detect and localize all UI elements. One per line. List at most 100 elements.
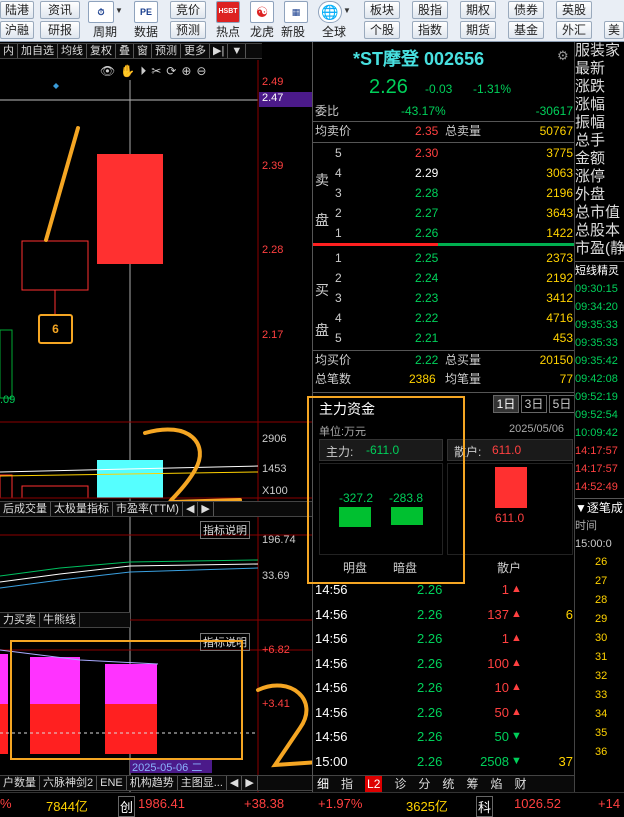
tick-tab[interactable]: 筹 (466, 776, 478, 792)
tick-row[interactable]: 15:00 2.26 2508 ▼ 37 (313, 749, 575, 774)
tab-add-fav[interactable]: 加自选 (18, 44, 58, 58)
tab-ma[interactable]: 均线 (58, 44, 87, 58)
scroll-right-icon[interactable]: ▶ (242, 776, 258, 790)
news-time[interactable]: 14:17:57 (575, 460, 624, 478)
clock-icon[interactable]: ⏱ (88, 1, 114, 23)
scroll-left-icon[interactable]: ◀ (183, 502, 199, 516)
tick-row[interactable]: 14:56 2.26 10 ▲ (313, 675, 575, 700)
yuce-button[interactable]: 预测 (170, 21, 206, 39)
tab-volume[interactable]: 后成交量 (0, 502, 51, 516)
news-time[interactable]: 10:09:42 (575, 424, 624, 442)
yinggu-button[interactable]: 英股 (556, 1, 592, 19)
zhishu-button[interactable]: 指数 (412, 21, 448, 39)
jingjia-button[interactable]: 竞价 (170, 1, 206, 19)
waihui-button[interactable]: 外汇 (556, 21, 592, 39)
global-label[interactable]: 全球 (322, 23, 346, 40)
period-label[interactable]: 周期 (93, 23, 117, 40)
tab-fuquan[interactable]: 复权 (87, 44, 116, 58)
chevron-down-icon[interactable]: ▼ (343, 6, 351, 15)
tick-tab[interactable]: 财 (514, 776, 526, 792)
sell-level-row[interactable]: 4 2.29 3063 (313, 164, 575, 182)
longhu-label[interactable]: 龙虎 (250, 23, 274, 40)
chevron-down-icon[interactable]: ▼ (115, 6, 123, 15)
dragon-tiger-icon[interactable]: ☯ (250, 1, 274, 23)
news-time[interactable]: 09:52:19 (575, 388, 624, 406)
tick-tab[interactable]: L2 (365, 776, 383, 792)
kline-chart-area[interactable]: 内加自选 均线 复权叠窗预测 更多 ▶| ▼ 👁✋⏵✂⟳⊕⊖ 6 2.49 2.… (0, 42, 312, 795)
sell-level-row[interactable]: 5 2.30 3775 (313, 144, 575, 162)
xingu-label[interactable]: 新股 (281, 23, 305, 40)
tab-holders[interactable]: 户数量 (0, 776, 40, 790)
tick-tab[interactable]: 统 (442, 776, 454, 792)
zhaiquan-button[interactable]: 债券 (508, 1, 544, 19)
news-time[interactable]: 09:34:20 (575, 298, 624, 316)
badge-icon[interactable]: 6 (38, 314, 73, 344)
news-button[interactable]: 资讯 (40, 1, 80, 19)
tick-row[interactable]: 14:56 2.26 1 ▲ (313, 577, 575, 602)
news-time[interactable]: 09:35:42 (575, 352, 624, 370)
tab-pe[interactable]: 市盈率(TTM) (113, 502, 183, 516)
hurong-button[interactable]: 沪融 (0, 21, 34, 39)
hsbt-icon[interactable]: HSBT (216, 1, 240, 23)
globe-icon[interactable]: 🌐 (318, 1, 342, 23)
scroll-left-icon[interactable]: ◀ (227, 776, 243, 790)
tab-buysell[interactable]: 力买卖 (0, 613, 40, 627)
guzhi-button[interactable]: 股指 (412, 1, 448, 19)
tick-row[interactable]: 14:56 2.26 50 ▼ (313, 724, 575, 749)
tick-tab[interactable]: 指 (341, 776, 353, 792)
news-time[interactable]: 14:52:49 (575, 478, 624, 496)
tab-institution[interactable]: 机构趋势 (127, 776, 178, 790)
zhubi-title[interactable]: ▼逐笔成 (575, 498, 624, 517)
sell-level-row[interactable]: 3 2.28 2196 (313, 184, 575, 202)
news-title[interactable]: 短线精灵 (575, 262, 624, 280)
news-time[interactable]: 14:17:57 (575, 442, 624, 460)
news-time[interactable]: 09:52:54 (575, 406, 624, 424)
buy-level-row[interactable]: 1 2.25 2373 (313, 249, 575, 267)
news-time[interactable]: 09:35:33 (575, 316, 624, 334)
bankuai-button[interactable]: 板块 (364, 1, 400, 19)
tab-window[interactable]: 窗 (134, 44, 152, 58)
news-time[interactable]: 09:30:15 (575, 280, 624, 298)
tick-row[interactable]: 14:56 2.26 50 ▲ (313, 700, 575, 725)
newstock-icon[interactable]: ▦ (284, 1, 308, 23)
ke-label[interactable]: 科 (476, 796, 494, 817)
pe-icon[interactable]: PE (134, 1, 158, 23)
tab-1day[interactable]: 1日 (493, 395, 519, 413)
buy-level-row[interactable]: 3 2.23 3412 (313, 289, 575, 307)
tab-main-display[interactable]: 主图显... (178, 776, 227, 790)
buy-level-row[interactable]: 2 2.24 2192 (313, 269, 575, 287)
indicator-help-button[interactable]: 指标说明 (200, 521, 250, 539)
sell-level-row[interactable]: 1 2.26 1422 (313, 224, 575, 242)
tab-taiji[interactable]: 太极量指标 (51, 502, 113, 516)
tab-ene[interactable]: ENE (97, 776, 127, 790)
tick-tab[interactable]: 诊 (394, 776, 406, 792)
lugang-button[interactable]: 陆港 (0, 1, 34, 19)
qihuo-button[interactable]: 期货 (460, 21, 496, 39)
hot-label[interactable]: 热点 (216, 23, 240, 40)
expand-icon[interactable]: ▶| (210, 44, 229, 58)
tick-row[interactable]: 14:56 2.26 1 ▲ (313, 626, 575, 651)
tab-3day[interactable]: 3日 (521, 395, 547, 413)
jijin-button[interactable]: 基金 (508, 21, 544, 39)
news-time[interactable]: 09:42:08 (575, 370, 624, 388)
tick-tab[interactable]: 焰 (490, 776, 502, 792)
tick-tab[interactable]: 分 (418, 776, 430, 792)
tab-six-pulse[interactable]: 六脉神剑2 (40, 776, 98, 790)
sell-level-row[interactable]: 2 2.27 3643 (313, 204, 575, 222)
gegu-button[interactable]: 个股 (364, 21, 400, 39)
tab-overlay[interactable]: 叠 (116, 44, 134, 58)
news-time[interactable]: 09:35:33 (575, 334, 624, 352)
tick-row[interactable]: 14:56 2.26 137 ▲ 6 (313, 602, 575, 627)
chevron-down-icon[interactable]: ▼ (228, 44, 247, 58)
tab-forecast[interactable]: 预测 (152, 44, 181, 58)
data-label[interactable]: 数据 (134, 23, 158, 40)
qiquan-button[interactable]: 期权 (460, 1, 496, 19)
chuang-label[interactable]: 创 (118, 796, 136, 817)
gear-icon[interactable]: ⚙ (557, 48, 569, 64)
tab-bull-bear[interactable]: 牛熊线 (40, 613, 80, 627)
buy-level-row[interactable]: 5 2.21 453 (313, 329, 575, 347)
tab-more[interactable]: 更多 (181, 44, 210, 58)
tick-row[interactable]: 14:56 2.26 100 ▲ (313, 651, 575, 676)
research-button[interactable]: 研报 (40, 21, 80, 39)
scroll-right-icon[interactable]: ▶ (198, 502, 214, 516)
